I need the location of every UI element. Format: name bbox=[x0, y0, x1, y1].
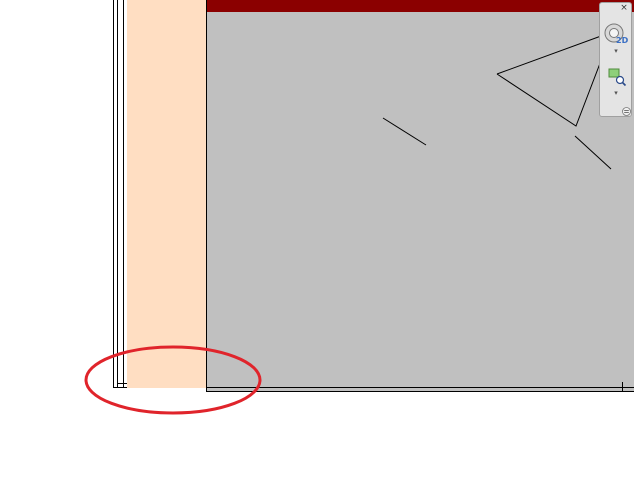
collapse-icon[interactable] bbox=[622, 107, 631, 116]
sheet-title-bar bbox=[207, 0, 634, 12]
close-icon[interactable]: × bbox=[619, 3, 629, 13]
wheel-mode-label: 2D bbox=[616, 36, 629, 45]
zoom-region-icon[interactable] bbox=[607, 67, 627, 87]
wheel-dropdown-icon[interactable]: ▾ bbox=[611, 47, 621, 55]
viewport-area[interactable] bbox=[206, 0, 634, 392]
navigation-bar[interactable]: × 2D ▾ ▾ bbox=[599, 2, 632, 117]
wall-fill bbox=[127, 0, 207, 388]
zoom-dropdown-icon[interactable]: ▾ bbox=[611, 89, 621, 97]
drawing-canvas[interactable] bbox=[0, 0, 634, 490]
